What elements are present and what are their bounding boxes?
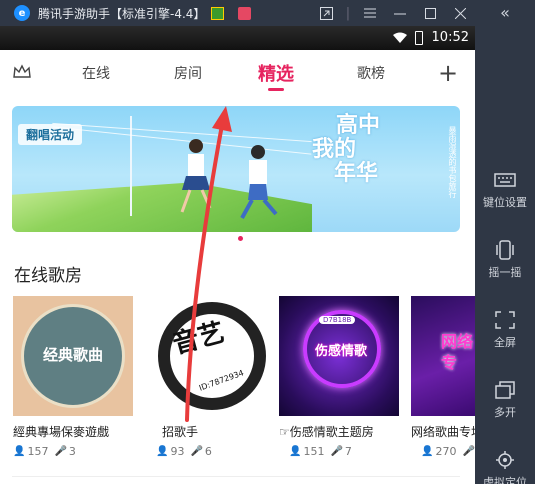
top-navigation: 在线 房间 精选 歌榜 + <box>0 50 475 96</box>
android-status-bar: 10:52 <box>0 26 475 50</box>
room-stats: 👤270 🎤8 <box>421 445 475 458</box>
fullscreen-icon <box>495 311 515 329</box>
room-stats: 👤 93 🎤 6 <box>156 445 212 458</box>
sidebar-item-label: 多开 <box>494 406 516 419</box>
banner-tag: 翻唱活动 <box>18 124 83 145</box>
sidebar-item-label: 摇一摇 <box>488 266 522 279</box>
popout-icon[interactable] <box>311 0 341 26</box>
emulator-sidebar: « 键位设置 摇一摇 全屏 多开 虚拟定位 <box>475 0 535 484</box>
clock: 10:52 <box>431 30 469 45</box>
room-card[interactable]: 音艺 ID:7872934 招歌手 👤 93 🎤 6 <box>150 296 270 458</box>
collapse-sidebar-icon[interactable]: « <box>475 3 535 22</box>
mic-icon: 🎤 <box>462 446 475 457</box>
sidebar-item-label: 虚拟定位 <box>483 476 527 484</box>
crown-icon[interactable] <box>12 62 32 82</box>
sidebar-item-label: 全屏 <box>494 336 516 349</box>
room-card[interactable]: 经典歌曲 經典專場保麥遊戲 👤 157 🎤 3 <box>13 296 133 458</box>
room-cover: 音艺 ID:7872934 <box>150 296 270 416</box>
person-icon: 👤 <box>13 446 26 457</box>
multi-window-icon <box>495 381 515 399</box>
close-icon[interactable] <box>445 0 475 26</box>
minimize-icon[interactable] <box>385 0 415 26</box>
boy-figure-illustration <box>240 145 278 219</box>
location-icon <box>496 451 514 469</box>
banner-title: 高中 我的 年华 <box>312 113 381 187</box>
sidebar-item-location[interactable]: 虚拟定位 <box>475 450 535 484</box>
person-icon: 👤 <box>156 446 169 457</box>
window-title: 腾讯手游助手【标准引擎-4.4】 <box>38 6 206 21</box>
room-name: 网络歌曲专场 <box>411 425 475 439</box>
room-name: ☞伤感情歌主题房 <box>279 425 374 439</box>
carousel-indicator <box>238 236 243 241</box>
person-icon: 👤 <box>289 446 302 457</box>
featured-banner[interactable]: 翻唱活动 高中 我的 年华 暴雨湿透的书包旅行 <box>12 106 460 232</box>
sidebar-item-fullscreen[interactable]: 全屏 <box>475 310 535 350</box>
tab-featured[interactable]: 精选 <box>258 60 294 86</box>
sidebar-item-multi[interactable]: 多开 <box>475 380 535 420</box>
utility-pole <box>130 116 132 216</box>
shake-icon <box>496 240 514 260</box>
mic-icon: 🎤 <box>54 446 67 457</box>
emulator-window: e 腾讯手游助手【标准引擎-4.4】 | « 键位设置 摇一摇 全屏 多开 虚拟… <box>0 0 535 484</box>
person-icon: 👤 <box>421 446 434 457</box>
room-cover: 经典歌曲 <box>13 296 133 416</box>
room-name: 經典專場保麥遊戲 <box>13 425 110 439</box>
room-card[interactable]: 网络专 网络歌曲专场 👤270 🎤8 <box>411 296 475 458</box>
divider <box>12 476 460 477</box>
tab-online[interactable]: 在线 <box>82 63 110 83</box>
add-icon[interactable]: + <box>438 59 458 87</box>
room-cover: 网络专 <box>411 296 475 416</box>
tab-charts[interactable]: 歌榜 <box>357 63 385 83</box>
badge-icon[interactable] <box>211 6 225 20</box>
room-list: 经典歌曲 經典專場保麥遊戲 👤 157 🎤 3 音艺 ID:7872934 招歌手 … <box>0 296 475 484</box>
sidebar-item-label: 键位设置 <box>483 196 527 209</box>
banner-side-text: 暴雨湿透的书包旅行 <box>448 126 457 198</box>
sidebar-item-keymap[interactable]: 键位设置 <box>475 170 535 210</box>
mic-icon: 🎤 <box>190 446 203 457</box>
room-card[interactable]: D7B18B 伤感情歌 ☞伤感情歌主题房 👤 151 🎤 7 <box>279 296 399 458</box>
wifi-icon <box>393 32 407 43</box>
app-logo-icon: e <box>14 5 30 21</box>
room-name: 招歌手 <box>162 425 199 439</box>
sidebar-item-shake[interactable]: 摇一摇 <box>475 240 535 280</box>
menu-icon[interactable] <box>355 0 385 26</box>
girl-figure-illustration <box>180 139 212 213</box>
tab-rooms[interactable]: 房间 <box>174 63 202 83</box>
room-stats: 👤 157 🎤 3 <box>13 445 76 458</box>
section-title: 在线歌房 <box>14 266 82 286</box>
maximize-icon[interactable] <box>415 0 445 26</box>
emulator-titlebar: e 腾讯手游助手【标准引擎-4.4】 | <box>0 0 475 26</box>
separator: | <box>345 5 351 21</box>
room-stats: 👤 151 🎤 7 <box>289 445 352 458</box>
room-cover: D7B18B 伤感情歌 <box>279 296 399 416</box>
keyboard-icon <box>494 173 516 187</box>
active-tab-indicator <box>268 88 284 91</box>
gift-icon[interactable] <box>238 6 252 20</box>
battery-icon <box>415 31 423 45</box>
mic-icon: 🎤 <box>330 446 343 457</box>
